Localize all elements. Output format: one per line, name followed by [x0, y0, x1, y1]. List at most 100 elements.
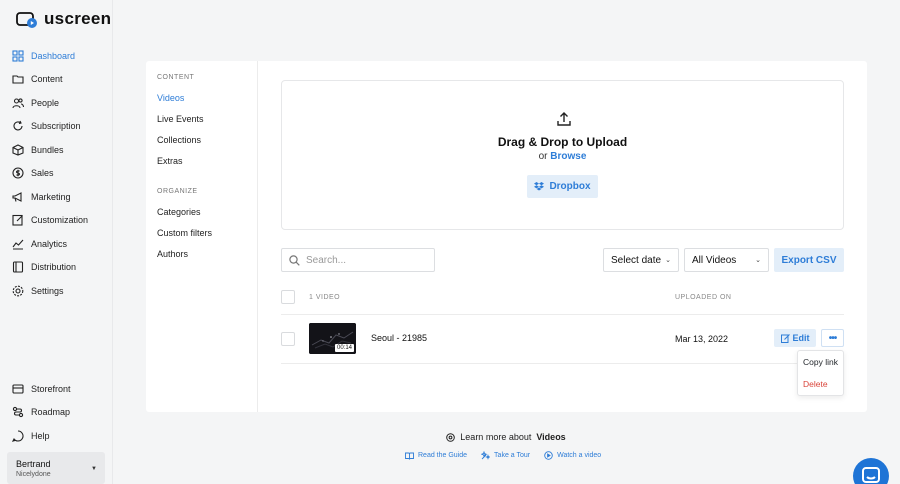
subnav-item-custom-filters[interactable]: Custom filters — [157, 228, 257, 249]
sidebar-item-content[interactable]: Content — [12, 68, 110, 92]
upload-dropzone[interactable]: Drag & Drop to Upload or Browse Dropbox — [281, 80, 844, 230]
select-all-checkbox[interactable] — [281, 290, 295, 304]
chevron-down-icon: ⌄ — [665, 257, 671, 264]
chevron-down-icon: ⌄ — [755, 257, 761, 264]
subnav-item-authors[interactable]: Authors — [157, 249, 257, 270]
sidebar-item-sales[interactable]: Sales — [12, 162, 110, 186]
help-circle-icon — [446, 432, 456, 442]
subnav-heading-content: CONTENT — [157, 74, 195, 81]
sidebar-item-label: Bundles — [31, 144, 64, 155]
edit-icon — [12, 215, 23, 226]
gear-icon — [12, 285, 24, 297]
edit-icon — [780, 333, 790, 343]
content-subnav: CONTENT Videos Live Events Collections E… — [146, 61, 258, 412]
sidebar-item-label: Settings — [31, 285, 64, 296]
sidebar-item-people[interactable]: People — [12, 91, 110, 115]
dropbox-label: Dropbox — [549, 181, 591, 192]
sidebar-item-label: Customization — [31, 215, 89, 226]
tour-icon — [481, 451, 491, 460]
sidebar-item-label: Distribution — [31, 262, 77, 273]
sidebar-item-subscription[interactable]: Subscription — [12, 115, 110, 139]
subnav-item-collections[interactable]: Collections — [157, 135, 257, 156]
folder-icon — [12, 75, 24, 84]
chat-icon — [862, 467, 880, 483]
subnav-item-videos[interactable]: Videos — [157, 93, 257, 114]
sidebar-item-bundles[interactable]: Bundles — [12, 138, 110, 162]
date-select-value: Select date — [611, 254, 662, 266]
uploaded-on-header: UPLOADED ON — [675, 294, 732, 301]
learn-topic: Videos — [536, 432, 566, 442]
search-input[interactable] — [306, 254, 426, 266]
analytics-icon — [12, 239, 24, 250]
roadmap-icon — [12, 407, 24, 418]
export-csv-button[interactable]: Export CSV — [774, 248, 844, 272]
uscreen-logo-icon — [16, 12, 37, 28]
learn-more: Learn more about Videos — [0, 432, 900, 444]
learn-prefix: Learn more about — [460, 432, 532, 442]
dropbox-button[interactable]: Dropbox — [527, 175, 598, 198]
take-tour-link[interactable]: Take a Tour — [481, 451, 530, 460]
subnav-item-categories[interactable]: Categories — [157, 207, 257, 228]
device-icon — [12, 261, 24, 273]
box-icon — [12, 144, 24, 156]
table-header: 1 VIDEO UPLOADED ON — [281, 290, 844, 315]
video-duration: 00:14 — [334, 344, 354, 352]
delete-menu-item[interactable]: Delete — [798, 373, 843, 395]
edit-label: Edit — [792, 333, 810, 343]
people-icon — [12, 98, 24, 108]
sidebar-item-label: Roadmap — [31, 407, 71, 418]
read-guide-link[interactable]: Read the Guide — [405, 451, 467, 460]
dollar-icon — [12, 167, 24, 179]
storefront-icon — [12, 384, 24, 394]
sidebar-item-label: Dashboard — [31, 50, 76, 61]
subnav-item-extras[interactable]: Extras — [157, 156, 257, 177]
logo[interactable]: uscreen — [16, 9, 111, 29]
row-checkbox[interactable] — [281, 332, 295, 346]
video-thumbnail[interactable]: 00:14 — [309, 323, 356, 354]
upload-icon — [557, 112, 571, 126]
dashboard-icon — [12, 50, 24, 62]
subscription-icon — [13, 121, 23, 131]
sidebar-item-analytics[interactable]: Analytics — [12, 232, 110, 256]
row-actions-menu: Copy link Delete — [797, 350, 844, 396]
subnav-item-live-events[interactable]: Live Events — [157, 114, 257, 135]
chat-launcher-button[interactable] — [853, 458, 889, 484]
upload-or-text: or — [538, 151, 548, 162]
browse-link[interactable]: Browse — [550, 151, 586, 162]
copy-link-menu-item[interactable]: Copy link — [798, 351, 843, 373]
upload-title: Drag & Drop to Upload — [497, 135, 628, 149]
video-uploaded-date: Mar 13, 2022 — [675, 334, 729, 344]
sidebar-item-roadmap[interactable]: Roadmap — [12, 401, 110, 425]
subnav-heading-organize: ORGANIZE — [157, 188, 198, 195]
upload-subtitle: or Browse — [282, 151, 843, 162]
sidebar-item-label: Analytics — [31, 238, 68, 249]
user-name: Bertrand — [16, 459, 51, 469]
sidebar-item-label: People — [31, 97, 60, 108]
help-links: Read the Guide Take a Tour Watch a video — [405, 451, 601, 460]
sidebar-item-label: Marketing — [31, 191, 71, 202]
sidebar-item-storefront[interactable]: Storefront — [12, 377, 110, 401]
megaphone-icon — [12, 191, 22, 202]
sidebar-item-label: Subscription — [31, 121, 81, 132]
search-icon — [289, 254, 300, 266]
watch-video-link[interactable]: Watch a video — [544, 451, 601, 460]
book-icon — [405, 452, 414, 460]
dropbox-icon — [534, 182, 545, 191]
account-switcher[interactable]: Bertrand Nicelydone ▼ — [7, 452, 105, 484]
video-count-header: 1 VIDEO — [309, 294, 341, 301]
video-title[interactable]: Seoul - 21985 — [371, 333, 427, 343]
sidebar-item-customization[interactable]: Customization — [12, 209, 110, 233]
user-org: Nicelydone — [16, 471, 51, 478]
more-actions-button[interactable]: ••• — [821, 329, 844, 347]
date-select[interactable]: Select date ⌄ — [603, 248, 679, 272]
video-filter-select[interactable]: All Videos ⌄ — [684, 248, 769, 272]
play-circle-icon — [544, 451, 553, 460]
edit-button[interactable]: Edit — [774, 329, 816, 347]
sidebar-item-marketing[interactable]: Marketing — [12, 185, 110, 209]
sidebar-item-settings[interactable]: Settings — [12, 279, 110, 303]
sidebar-item-distribution[interactable]: Distribution — [12, 256, 110, 280]
sidebar-item-label: Storefront — [31, 383, 71, 394]
sidebar-item-dashboard[interactable]: Dashboard — [12, 44, 110, 68]
watch-video-label: Watch a video — [557, 452, 602, 459]
content-card: CONTENT Videos Live Events Collections E… — [146, 61, 867, 412]
